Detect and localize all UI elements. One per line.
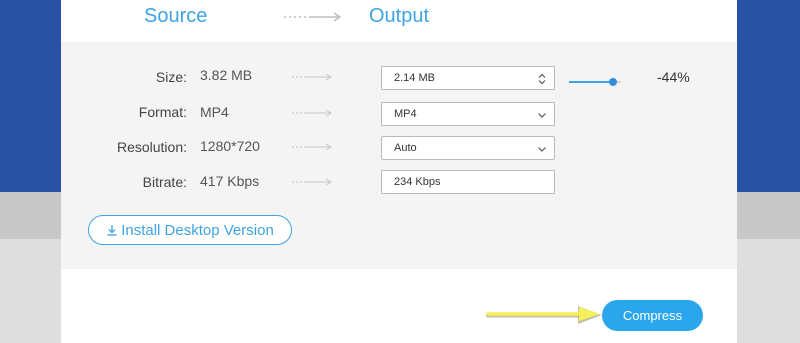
resolution-source-value: 1280*720 (200, 138, 260, 154)
compress-dialog: Source Output Size: 3.82 MB 2.14 MB -44%… (61, 0, 737, 343)
size-output-value: 2.14 MB (394, 72, 435, 84)
arrow-right-icon (292, 178, 332, 186)
size-output-stepper[interactable]: 2.14 MB (381, 66, 555, 90)
dialog-header: Source Output (61, 0, 737, 42)
format-label: Format: (138, 104, 187, 120)
size-label: Size: (155, 69, 187, 85)
format-dropdown[interactable]: MP4 (381, 102, 555, 126)
arrow-right-icon (292, 143, 332, 151)
format-output-value: MP4 (394, 108, 417, 120)
compress-button[interactable]: Compress (602, 300, 703, 331)
size-reduction-percent: -44% (657, 69, 690, 85)
bitrate-field[interactable]: 234 Kbps (381, 170, 555, 194)
chevron-down-icon (538, 147, 546, 152)
arrow-right-icon (292, 73, 332, 81)
resolution-label: Resolution: (116, 139, 187, 155)
format-source-value: MP4 (200, 104, 229, 120)
resolution-output-value: Auto (394, 142, 417, 154)
slider-handle[interactable] (609, 78, 618, 86)
install-desktop-button[interactable]: Install Desktop Version (88, 215, 292, 245)
size-slider[interactable] (569, 75, 621, 89)
dotted-arrow-icon (284, 12, 342, 22)
source-heading: Source (144, 5, 208, 27)
bitrate-source-value: 417 Kbps (200, 173, 260, 189)
resolution-dropdown[interactable]: Auto (381, 136, 555, 160)
arrow-right-icon (292, 109, 332, 117)
yellow-pointer-arrow-icon (486, 306, 602, 324)
chevron-down-icon (538, 113, 546, 118)
compress-button-label: Compress (622, 308, 683, 323)
output-heading: Output (369, 5, 430, 27)
install-button-label: Install Desktop Version (121, 221, 274, 239)
settings-panel: Size: 3.82 MB 2.14 MB -44% Format: MP4 M… (61, 42, 737, 269)
stepper-updown-icon[interactable] (536, 73, 548, 85)
download-icon (107, 225, 117, 236)
bitrate-label: Bitrate: (142, 174, 187, 190)
size-source-value: 3.82 MB (200, 67, 253, 83)
bitrate-output-value: 234 Kbps (394, 176, 441, 188)
